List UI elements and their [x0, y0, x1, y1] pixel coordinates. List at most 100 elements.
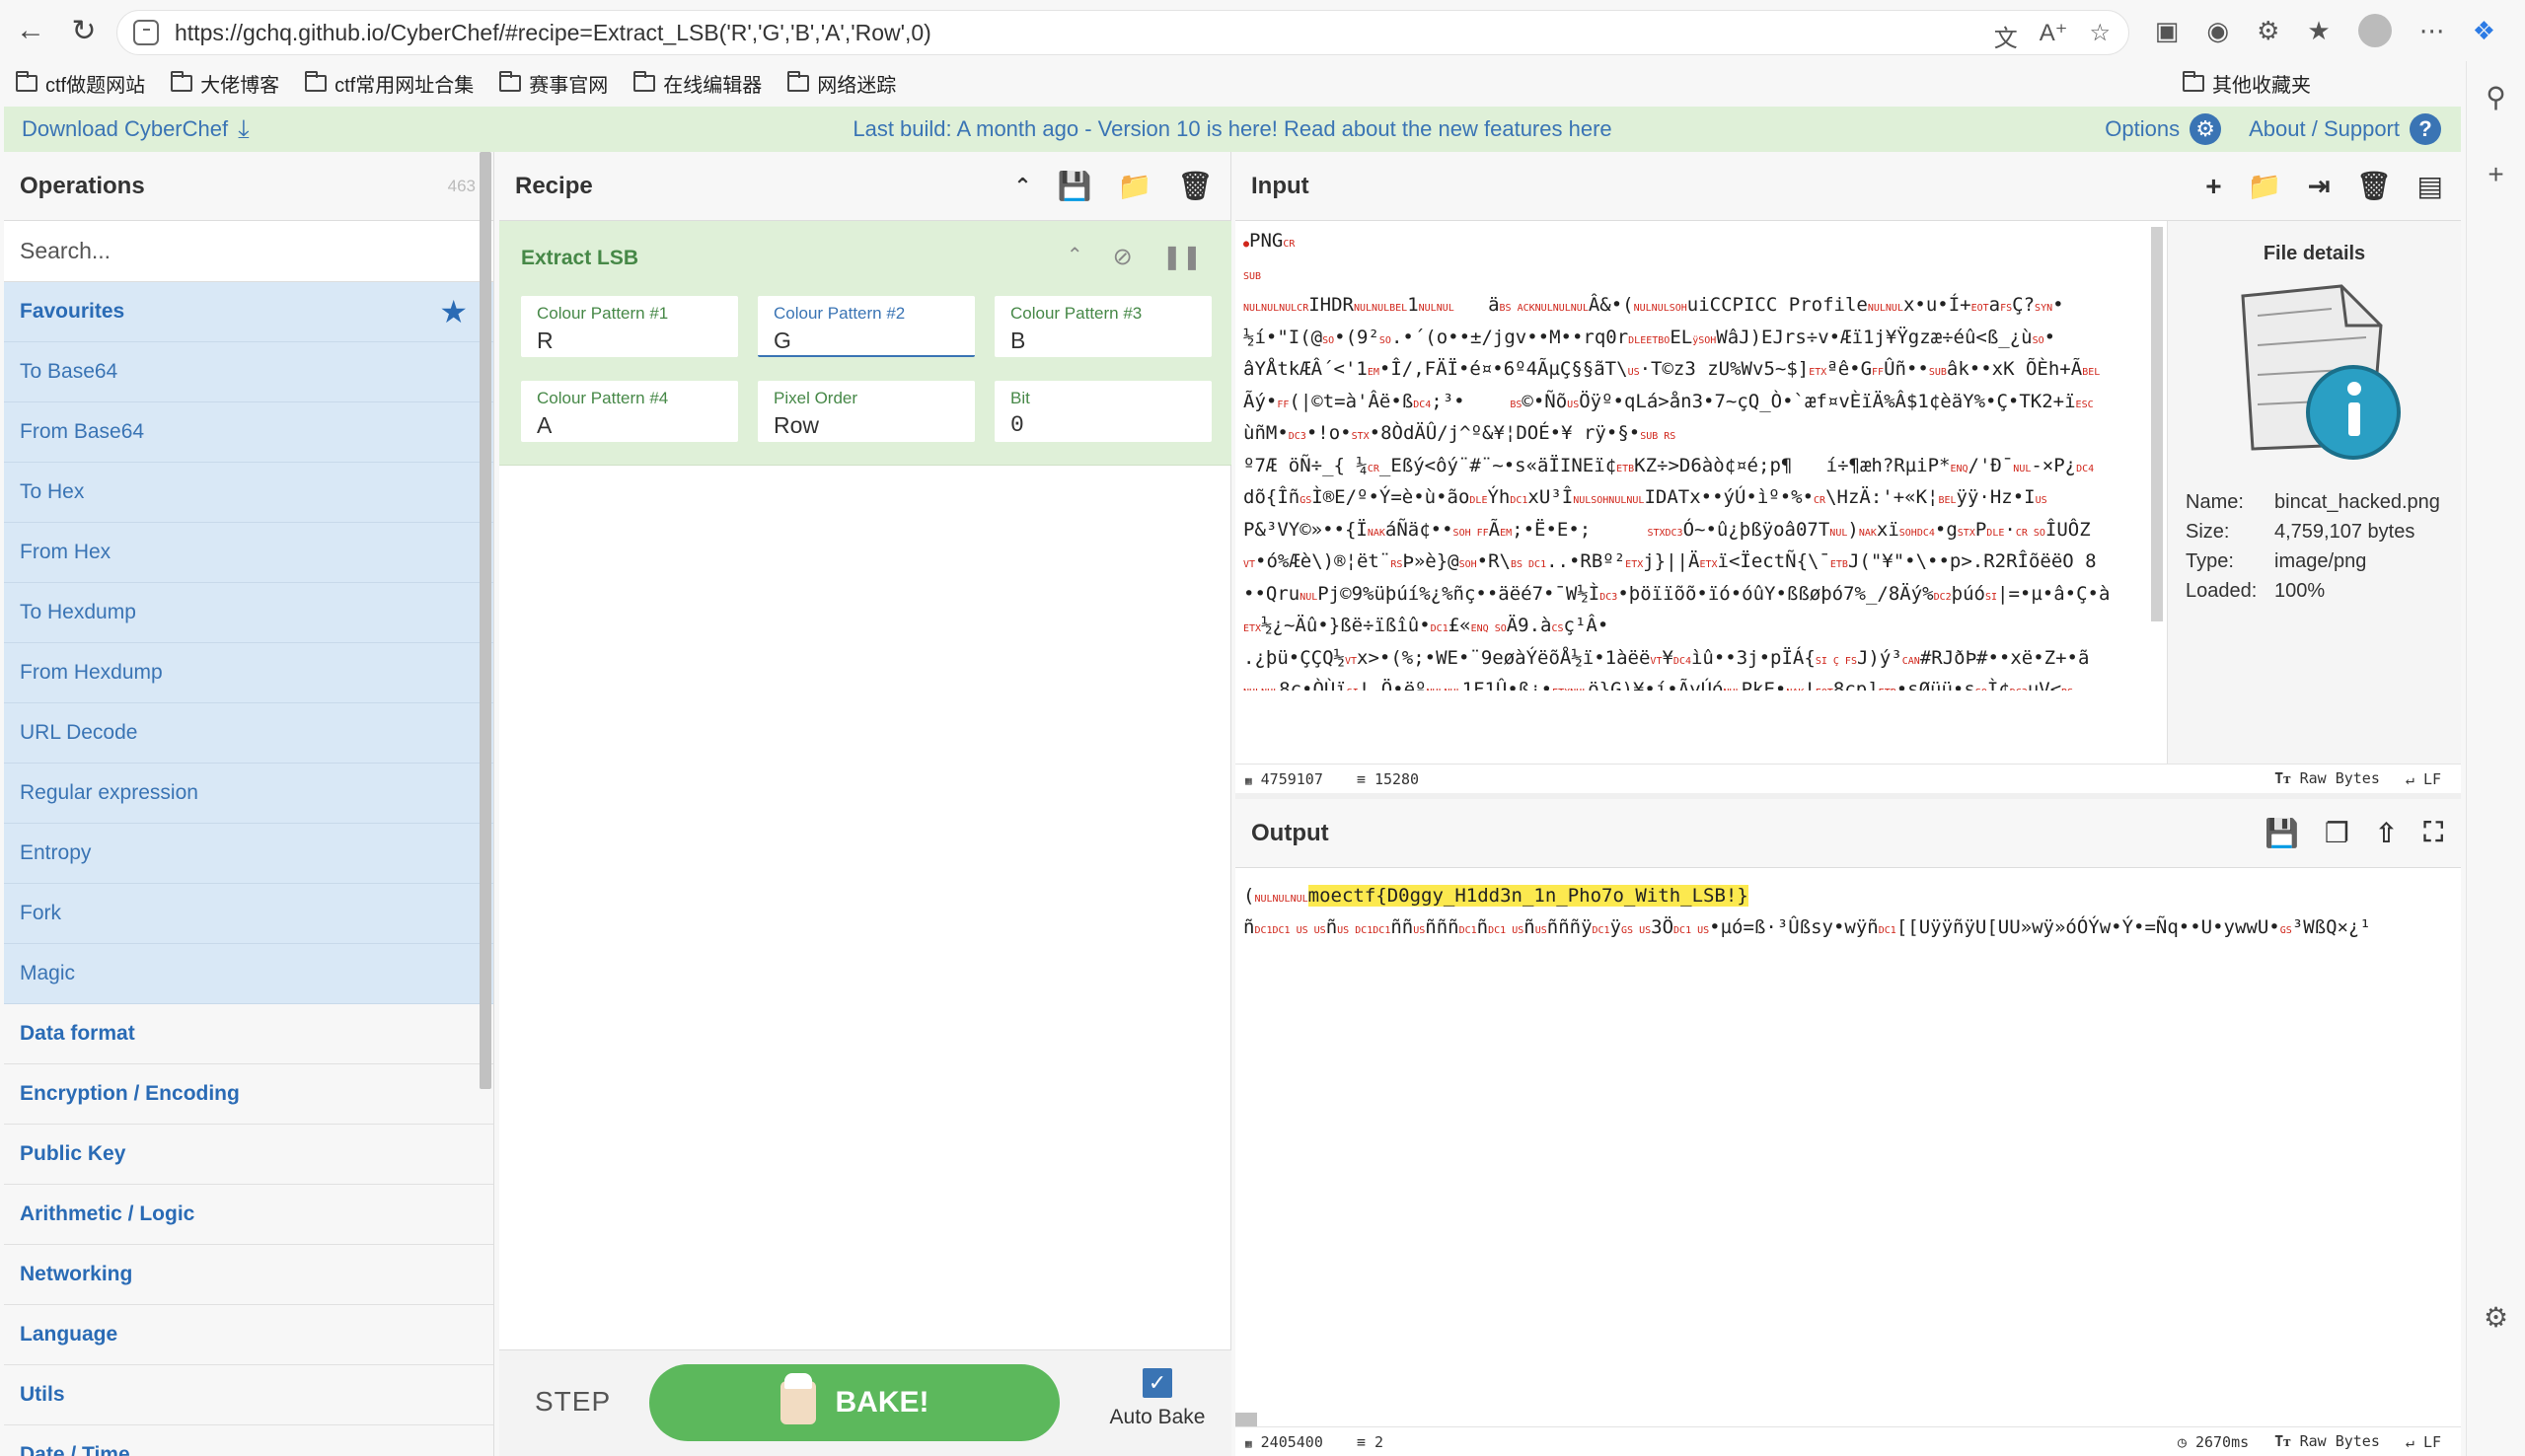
site-info-icon[interactable]: [133, 20, 159, 45]
category-item[interactable]: Data format: [4, 1004, 493, 1064]
category-item[interactable]: Public Key: [4, 1125, 493, 1185]
maximise-output-icon[interactable]: ⛶: [2423, 817, 2443, 849]
reload-icon[interactable]: ↻: [61, 8, 107, 53]
save-recipe-icon[interactable]: 💾: [1058, 170, 1092, 202]
file-details-title: File details: [2263, 243, 2366, 264]
pixel-order-field[interactable]: Pixel Order Row: [758, 381, 975, 442]
load-recipe-folder-icon[interactable]: 📁: [1118, 170, 1152, 202]
bookmark-folder[interactable]: 网络迷踪: [787, 69, 896, 98]
input-status-bar: ▦ 4759107 ≡ 15280 Tᴛ Raw Bytes ↵ LF: [1235, 764, 2461, 793]
input-lines: ≡ 15280: [1356, 769, 1420, 788]
bake-button[interactable]: BAKE!: [649, 1364, 1060, 1441]
category-favourites[interactable]: Favourites ★: [4, 282, 493, 342]
flag-highlight[interactable]: moectf{D0ggy_H1dd3n_1n_Pho7o_With_LSB!}: [1307, 885, 1748, 907]
colour-pattern-1-field[interactable]: Colour Pattern #1 R: [521, 296, 738, 357]
operation-item[interactable]: From Hex: [4, 523, 493, 583]
more-menu-icon[interactable]: ⋯: [2419, 16, 2445, 46]
operation-item[interactable]: URL Decode: [4, 703, 493, 764]
about-support-link[interactable]: About / Support?: [2249, 113, 2441, 145]
category-item[interactable]: Date / Time: [4, 1425, 493, 1456]
reset-layout-icon[interactable]: ▤: [2417, 170, 2443, 202]
output-editor[interactable]: (NULNULNULmoectf{D0ggy_H1dd3n_1n_Pho7o_W…: [1243, 882, 2457, 941]
input-scrollbar[interactable]: [2151, 227, 2163, 621]
extension-icon[interactable]: ▣: [2155, 16, 2180, 46]
options-link[interactable]: Options ⚙: [2105, 113, 2222, 145]
category-item[interactable]: Language: [4, 1305, 493, 1365]
search-icon[interactable]: ⚲: [2486, 81, 2506, 113]
back-icon[interactable]: ←: [8, 8, 53, 53]
copilot-icon[interactable]: ❖: [2473, 16, 2495, 46]
colour-pattern-2-field[interactable]: Colour Pattern #2 G: [758, 296, 975, 357]
translate-icon[interactable]: 文: [1994, 19, 2018, 53]
disable-operation-icon[interactable]: ⊘: [1113, 243, 1133, 271]
open-file-icon[interactable]: ⇥: [2308, 170, 2331, 202]
category-item[interactable]: Arithmetic / Logic: [4, 1185, 493, 1245]
category-item[interactable]: Networking: [4, 1245, 493, 1305]
file-size: 4,759,107 bytes: [2274, 521, 2415, 543]
clear-recipe-trash-icon[interactable]: 🗑: [1177, 170, 1213, 202]
operation-item[interactable]: To Hex: [4, 463, 493, 523]
operations-scrollbar[interactable]: [480, 152, 491, 1089]
collapse-chevron-icon[interactable]: ⌃: [1067, 243, 1083, 271]
bit-field[interactable]: Bit 0: [995, 381, 1212, 442]
operation-item[interactable]: From Hexdump: [4, 643, 493, 703]
auto-bake-checkbox[interactable]: ✓ Auto Bake: [1103, 1368, 1212, 1429]
operation-item[interactable]: Entropy: [4, 824, 493, 884]
folder-icon: [499, 70, 522, 92]
add-icon[interactable]: +: [2488, 159, 2503, 190]
colour-pattern-4-field[interactable]: Colour Pattern #4 A: [521, 381, 738, 442]
read-aloud-icon[interactable]: A⁺: [2040, 19, 2068, 53]
folder-icon: [787, 70, 810, 92]
replace-input-icon[interactable]: ⇧: [2375, 817, 2398, 849]
colour-pattern-3-field[interactable]: Colour Pattern #3 B: [995, 296, 1212, 357]
download-cyberchef-link[interactable]: Download CyberChef ⤓: [22, 113, 250, 145]
checkbox-checked-icon[interactable]: ✓: [1143, 1368, 1172, 1398]
copy-output-icon[interactable]: ❐: [2325, 817, 2349, 849]
operation-item[interactable]: To Hexdump: [4, 583, 493, 643]
file-name: bincat_hacked.png: [2274, 491, 2440, 513]
bake-controls: STEP BAKE! ✓ Auto Bake: [499, 1349, 1231, 1456]
operation-item[interactable]: Fork: [4, 884, 493, 944]
extract-lsb-operation[interactable]: Extract LSB ⌃ ⊘ ❚❚ Colour Pattern #1 R C…: [499, 221, 1231, 466]
favorite-star-icon[interactable]: ☆: [2089, 19, 2111, 53]
input-editor[interactable]: ●PNGCR SUB NULNULNULCRIHDRNULNULBEL1NULN…: [1243, 227, 2151, 691]
category-item[interactable]: Encryption / Encoding: [4, 1064, 493, 1125]
operations-search-input[interactable]: Search...: [4, 221, 493, 282]
favorites-icon[interactable]: ★: [2307, 16, 2330, 46]
bookmark-folder[interactable]: 在线编辑器: [633, 69, 762, 98]
profile-avatar[interactable]: [2357, 14, 2392, 47]
cyberchef-banner: Download CyberChef ⤓ Last build: A month…: [4, 107, 2461, 152]
url-text[interactable]: https://gchq.github.io/CyberChef/#recipe…: [175, 20, 931, 46]
folder-icon: [171, 70, 193, 92]
address-bar[interactable]: https://gchq.github.io/CyberChef/#recipe…: [116, 10, 2129, 55]
open-folder-icon[interactable]: 📁: [2248, 170, 2282, 202]
settings-gear-icon[interactable]: ⚙: [2484, 1301, 2508, 1334]
save-output-icon[interactable]: 💾: [2265, 817, 2299, 849]
step-button[interactable]: STEP: [535, 1386, 611, 1418]
return-icon: ↵: [2405, 769, 2414, 788]
input-encoding-selector[interactable]: Tᴛ Raw Bytes: [2274, 769, 2380, 788]
clear-input-trash-icon[interactable]: 🗑: [2356, 170, 2392, 202]
bookmark-folder[interactable]: 大佬博客: [171, 69, 279, 98]
output-encoding-selector[interactable]: Tᴛ Raw Bytes: [2274, 1432, 2380, 1451]
bookmark-folder[interactable]: ctf常用网址合集: [305, 69, 474, 98]
extensions-icon[interactable]: ⚙: [2257, 16, 2279, 46]
bookmark-folder[interactable]: ctf做题网站: [16, 69, 145, 98]
bookmark-folder[interactable]: 赛事官网: [499, 69, 608, 98]
output-scrollbar[interactable]: [1235, 1413, 1257, 1426]
banner-message-link[interactable]: Last build: A month ago - Version 10 is …: [853, 116, 1611, 141]
breakpoint-pause-icon[interactable]: ❚❚: [1162, 243, 1202, 271]
star-icon[interactable]: ★: [439, 293, 468, 330]
category-item[interactable]: Utils: [4, 1365, 493, 1425]
operation-item[interactable]: Regular expression: [4, 764, 493, 824]
add-tab-icon[interactable]: +: [2205, 171, 2221, 202]
output-eol-selector[interactable]: ↵ LF: [2406, 1433, 2441, 1451]
extension-badge-icon[interactable]: ◉: [2206, 16, 2229, 46]
operation-item[interactable]: Magic: [4, 944, 493, 1004]
operation-item[interactable]: To Base64: [4, 342, 493, 402]
collapse-chevron-up-icon[interactable]: ⌃: [1013, 174, 1031, 199]
input-eol-selector[interactable]: ↵ LF: [2406, 770, 2441, 788]
other-bookmarks-folder[interactable]: 其他收藏夹: [2183, 61, 2311, 105]
operation-item[interactable]: From Base64: [4, 402, 493, 463]
return-icon: ↵: [2405, 1432, 2414, 1451]
